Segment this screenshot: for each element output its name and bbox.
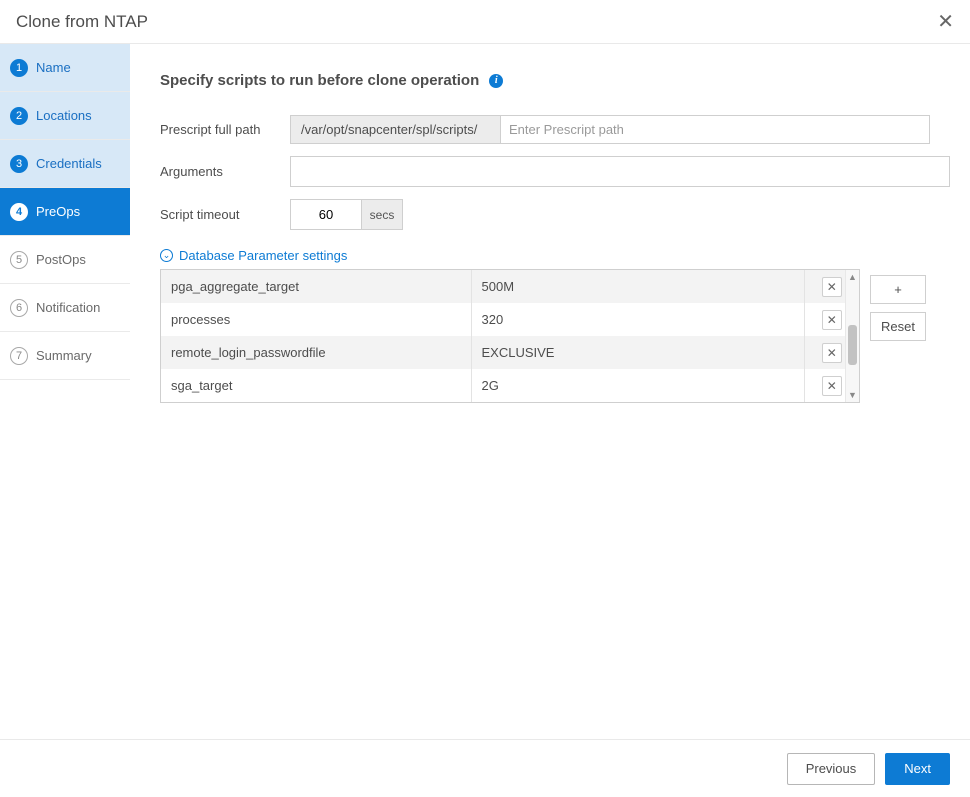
wizard-step-credentials[interactable]: 3 Credentials (0, 140, 130, 188)
arguments-input[interactable] (290, 156, 950, 187)
params-scrollbar[interactable]: ▲ ▼ (845, 270, 859, 402)
row-timeout: Script timeout secs (160, 199, 950, 230)
table-row: sga_target2G ✕ (161, 369, 859, 402)
param-name[interactable]: sga_target (161, 369, 471, 402)
row-arguments: Arguments (160, 156, 950, 187)
step-label: Notification (36, 300, 100, 315)
label-arguments: Arguments (160, 164, 290, 179)
step-number: 1 (10, 59, 28, 77)
param-name[interactable]: pga_aggregate_target (161, 270, 471, 303)
timeout-input[interactable] (291, 200, 361, 229)
previous-button[interactable]: Previous (787, 753, 876, 785)
db-params-side-buttons: + Reset (870, 275, 926, 341)
step-label: Credentials (36, 156, 102, 171)
step-number: 6 (10, 299, 28, 317)
label-prescript-path: Prescript full path (160, 122, 290, 137)
param-value[interactable]: 320 (471, 303, 804, 336)
db-params-table: pga_aggregate_target500M✕processes320✕re… (160, 269, 860, 403)
step-number: 5 (10, 251, 28, 269)
info-icon[interactable]: i (489, 74, 503, 88)
prescript-path-input[interactable] (501, 116, 929, 143)
add-param-button[interactable]: + (870, 275, 926, 304)
row-prescript-path: Prescript full path /var/opt/snapcenter/… (160, 115, 950, 144)
reset-params-button[interactable]: Reset (870, 312, 926, 341)
step-label: PostOps (36, 252, 86, 267)
wizard-step-preops[interactable]: 4 PreOps (0, 188, 130, 236)
dialog-header: Clone from NTAP ✕ (0, 0, 970, 44)
wizard-sidebar: 1 Name 2 Locations 3 Credentials 4 PreOps 5 PostO… (0, 44, 130, 739)
param-value[interactable]: 2G (471, 369, 804, 402)
param-value[interactable]: EXCLUSIVE (471, 336, 804, 369)
wizard-step-postops[interactable]: 5 PostOps (0, 236, 130, 284)
close-icon[interactable]: ✕ (937, 12, 954, 32)
plus-icon: + (894, 282, 902, 297)
table-row: processes320 ✕ (161, 303, 859, 336)
table-row: remote_login_passwordfileEXCLUSIVE ✕ (161, 336, 859, 369)
page-heading-text: Specify scripts to run before clone oper… (160, 72, 479, 89)
scroll-up-icon[interactable]: ▲ (846, 270, 859, 284)
table-row: pga_aggregate_target500M ✕ (161, 270, 859, 303)
delete-row-button[interactable]: ✕ (822, 277, 842, 297)
prescript-path-group: /var/opt/snapcenter/spl/scripts/ (290, 115, 930, 144)
wizard-step-summary[interactable]: 7 Summary (0, 332, 130, 380)
step-number: 7 (10, 347, 28, 365)
timeout-unit: secs (361, 200, 402, 229)
db-params-title: Database Parameter settings (179, 248, 347, 263)
dialog-footer: Previous Next (0, 739, 970, 797)
step-number: 4 (10, 203, 28, 221)
page-heading: Specify scripts to run before clone oper… (160, 72, 950, 89)
next-button[interactable]: Next (885, 753, 950, 785)
step-number: 3 (10, 155, 28, 173)
wizard-step-locations[interactable]: 2 Locations (0, 92, 130, 140)
param-name[interactable]: remote_login_passwordfile (161, 336, 471, 369)
dialog-title: Clone from NTAP (16, 12, 148, 32)
wizard-step-name[interactable]: 1 Name (0, 44, 130, 92)
scroll-down-icon[interactable]: ▼ (846, 388, 859, 402)
delete-row-button[interactable]: ✕ (822, 310, 842, 330)
label-timeout: Script timeout (160, 207, 290, 222)
step-number: 2 (10, 107, 28, 125)
step-label: Name (36, 60, 71, 75)
main-panel: Specify scripts to run before clone oper… (130, 44, 970, 739)
step-label: PreOps (36, 204, 80, 219)
step-label: Summary (36, 348, 92, 363)
dialog-body: 1 Name 2 Locations 3 Credentials 4 PreOps 5 PostO… (0, 44, 970, 739)
param-name[interactable]: processes (161, 303, 471, 336)
scroll-thumb[interactable] (848, 325, 857, 365)
next-label: Next (904, 761, 931, 776)
delete-row-button[interactable]: ✕ (822, 376, 842, 396)
reset-label: Reset (881, 319, 915, 334)
db-params-area: pga_aggregate_target500M✕processes320✕re… (160, 269, 950, 403)
chevron-down-icon: ⌄ (160, 249, 173, 262)
db-params-toggle[interactable]: ⌄ Database Parameter settings (160, 248, 950, 263)
param-value[interactable]: 500M (471, 270, 804, 303)
delete-row-button[interactable]: ✕ (822, 343, 842, 363)
previous-label: Previous (806, 761, 857, 776)
timeout-group: secs (290, 199, 403, 230)
wizard-step-notification[interactable]: 6 Notification (0, 284, 130, 332)
prescript-path-prefix: /var/opt/snapcenter/spl/scripts/ (291, 116, 501, 143)
step-label: Locations (36, 108, 92, 123)
